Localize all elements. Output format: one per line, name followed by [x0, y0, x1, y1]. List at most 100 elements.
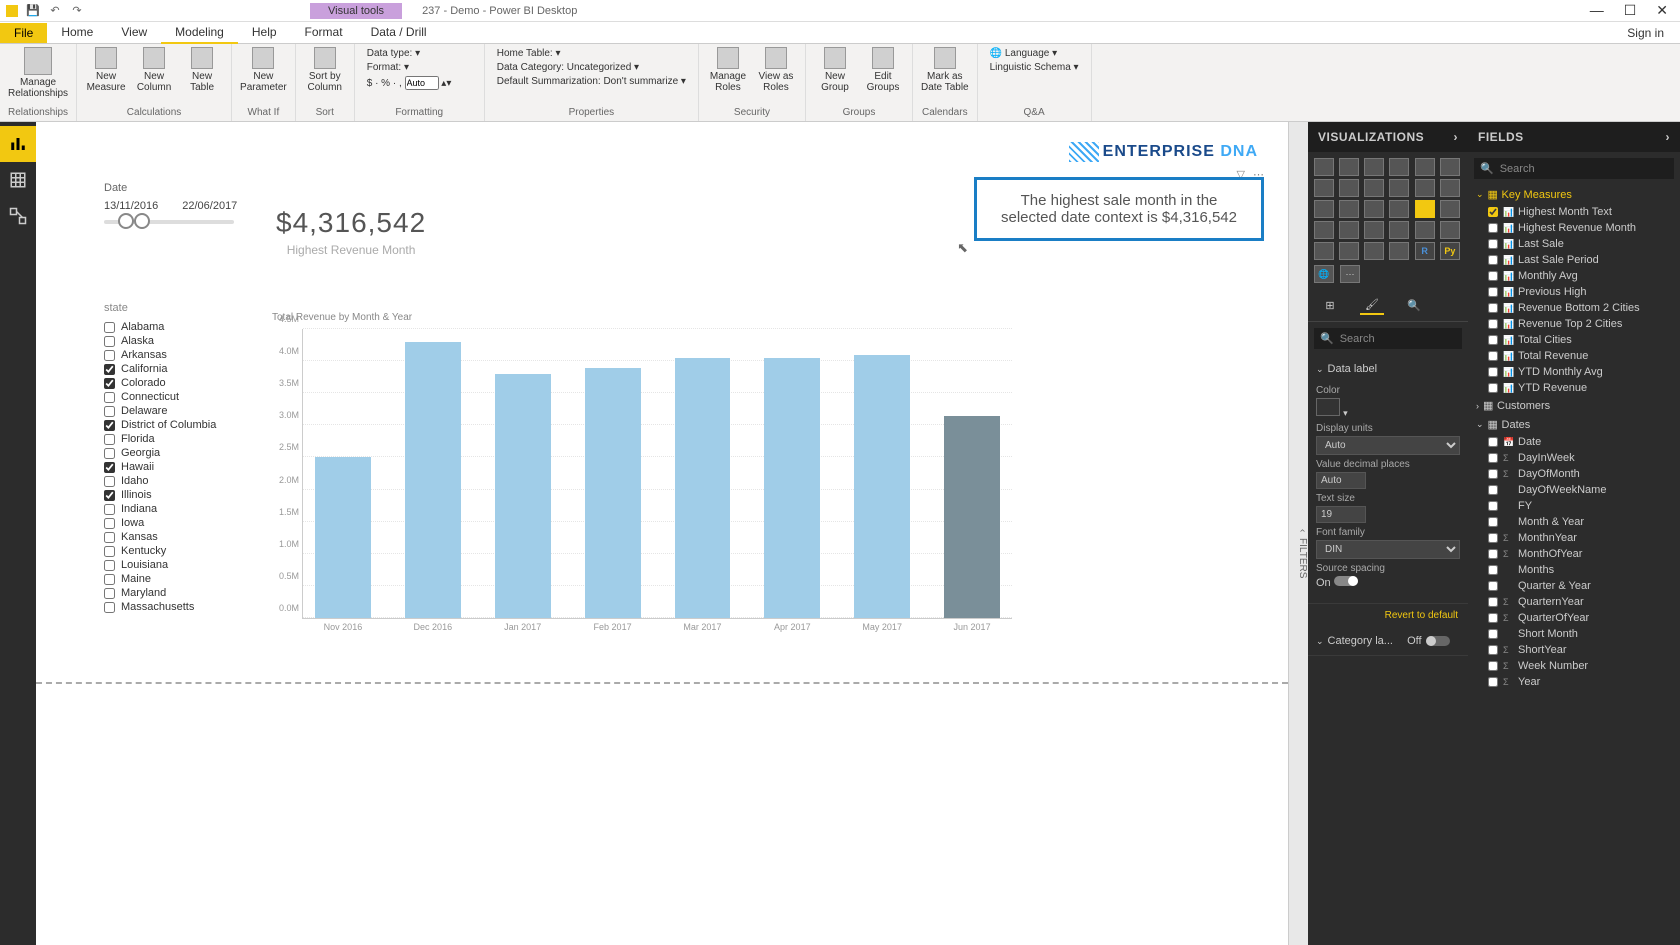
chart-bar[interactable]: Apr 2017 — [764, 358, 820, 618]
tab-file[interactable]: File — [0, 23, 47, 43]
field-item[interactable]: Month & Year — [1468, 514, 1680, 530]
state-item[interactable]: Alabama — [104, 320, 254, 334]
state-checkbox[interactable] — [104, 364, 115, 375]
field-item[interactable]: ΣMonthnYear — [1468, 530, 1680, 546]
field-checkbox[interactable] — [1488, 469, 1498, 479]
close-icon[interactable]: ✕ — [1656, 2, 1668, 19]
viz-type-icon[interactable] — [1415, 200, 1435, 218]
category-label-section-header[interactable]: ⌄ Category la... Off — [1316, 631, 1460, 651]
viz-type-icon[interactable] — [1440, 179, 1460, 197]
fields-search[interactable]: 🔍 Search — [1474, 158, 1674, 179]
state-item[interactable]: Indiana — [104, 502, 254, 516]
field-table-header[interactable]: › ▦ Customers — [1468, 396, 1680, 415]
filters-pane-collapsed[interactable]: ‹FILTERS — [1288, 122, 1308, 945]
chevron-right-icon[interactable]: › — [1454, 130, 1459, 144]
viz-pane-header[interactable]: VISUALIZATIONS› — [1308, 122, 1468, 152]
field-item[interactable]: ΣQuarternYear — [1468, 594, 1680, 610]
viz-type-icon[interactable] — [1415, 179, 1435, 197]
field-checkbox[interactable] — [1488, 629, 1498, 639]
viz-type-icon[interactable] — [1364, 158, 1384, 176]
chevron-right-icon[interactable]: › — [1666, 130, 1671, 144]
chart-bar[interactable]: Jan 2017 — [495, 374, 551, 618]
maximize-icon[interactable]: ☐ — [1624, 2, 1637, 19]
analytics-tab-icon[interactable]: 🔍 — [1402, 295, 1426, 315]
data-view-button[interactable] — [0, 162, 36, 198]
field-item[interactable]: Short Month — [1468, 626, 1680, 642]
viz-type-icon[interactable] — [1314, 179, 1334, 197]
field-item[interactable]: 📊Last Sale — [1468, 236, 1680, 252]
date-from[interactable]: 13/11/2016 — [104, 200, 158, 212]
viz-type-icon[interactable] — [1389, 242, 1409, 260]
data-label-section-header[interactable]: ⌄ Data label — [1316, 359, 1460, 379]
undo-icon[interactable]: ↶ — [48, 4, 62, 18]
format-search[interactable]: 🔍 Search — [1314, 328, 1462, 349]
field-checkbox[interactable] — [1488, 485, 1498, 495]
spacing-toggle[interactable] — [1334, 576, 1358, 586]
field-checkbox[interactable] — [1488, 677, 1498, 687]
viz-type-icon[interactable] — [1314, 242, 1334, 260]
state-checkbox[interactable] — [104, 434, 115, 445]
viz-type-icon[interactable]: Py — [1440, 242, 1460, 260]
field-item[interactable]: 📊Revenue Top 2 Cities — [1468, 316, 1680, 332]
redo-icon[interactable]: ↷ — [70, 4, 84, 18]
state-checkbox[interactable] — [104, 476, 115, 487]
state-item[interactable]: Louisiana — [104, 558, 254, 572]
field-item[interactable]: ΣDayOfMonth — [1468, 466, 1680, 482]
field-item[interactable]: 📊Highest Month Text — [1468, 204, 1680, 220]
field-checkbox[interactable] — [1488, 597, 1498, 607]
field-checkbox[interactable] — [1488, 383, 1498, 393]
field-item[interactable]: 📊Revenue Bottom 2 Cities — [1468, 300, 1680, 316]
viz-type-icon[interactable] — [1339, 200, 1359, 218]
text-size-input[interactable] — [1316, 506, 1366, 523]
manage-relationships-button[interactable]: Manage Relationships — [8, 47, 68, 99]
state-item[interactable]: Kansas — [104, 530, 254, 544]
state-checkbox[interactable] — [104, 462, 115, 473]
viz-type-icon[interactable] — [1389, 158, 1409, 176]
field-checkbox[interactable] — [1488, 501, 1498, 511]
home-table-dropdown[interactable]: Home Table: ▾ — [493, 47, 690, 60]
field-checkbox[interactable] — [1488, 287, 1498, 297]
viz-type-icon[interactable] — [1339, 179, 1359, 197]
state-checkbox[interactable] — [104, 574, 115, 585]
field-checkbox[interactable] — [1488, 437, 1498, 447]
viz-type-icon[interactable] — [1364, 221, 1384, 239]
viz-type-icon[interactable] — [1314, 158, 1334, 176]
field-item[interactable]: 📊YTD Monthly Avg — [1468, 364, 1680, 380]
state-item[interactable]: Alaska — [104, 334, 254, 348]
field-item[interactable]: FY — [1468, 498, 1680, 514]
chart-bar[interactable]: Dec 2016 — [405, 342, 461, 618]
viz-type-icon[interactable] — [1364, 200, 1384, 218]
viz-type-icon[interactable]: 🌐 — [1314, 265, 1334, 283]
new-table-button[interactable]: New Table — [181, 47, 223, 93]
mark-date-table-button[interactable]: Mark as Date Table — [921, 47, 969, 93]
viz-type-icon[interactable] — [1314, 221, 1334, 239]
new-group-button[interactable]: New Group — [814, 47, 856, 93]
state-checkbox[interactable] — [104, 490, 115, 501]
field-checkbox[interactable] — [1488, 661, 1498, 671]
chart-bar[interactable]: May 2017 — [854, 355, 910, 618]
color-swatch[interactable] — [1316, 398, 1340, 416]
decimal-input[interactable] — [1316, 472, 1366, 489]
viz-type-icon[interactable] — [1440, 158, 1460, 176]
format-dropdown[interactable]: Format: ▾ — [363, 61, 476, 74]
field-item[interactable]: ΣShortYear — [1468, 642, 1680, 658]
chart-bar[interactable]: Feb 2017 — [585, 368, 641, 618]
date-slider[interactable] — [104, 220, 234, 224]
tab-view[interactable]: View — [107, 22, 161, 44]
viz-type-icon[interactable] — [1339, 158, 1359, 176]
state-item[interactable]: Connecticut — [104, 390, 254, 404]
category-toggle[interactable] — [1426, 636, 1450, 646]
fields-pane-header[interactable]: FIELDS› — [1468, 122, 1680, 152]
tab-modeling[interactable]: Modeling — [161, 22, 238, 44]
viz-type-icon[interactable] — [1364, 179, 1384, 197]
state-slicer[interactable]: state AlabamaAlaskaArkansasCaliforniaCol… — [104, 302, 254, 614]
viz-type-icon[interactable] — [1389, 179, 1409, 197]
tab-datadrill[interactable]: Data / Drill — [357, 22, 441, 44]
field-item[interactable]: ΣYear — [1468, 674, 1680, 690]
field-item[interactable]: ΣDayInWeek — [1468, 450, 1680, 466]
chart-bar[interactable]: Jun 2017 — [944, 416, 1000, 618]
edit-groups-button[interactable]: Edit Groups — [862, 47, 904, 93]
field-checkbox[interactable] — [1488, 581, 1498, 591]
tab-help[interactable]: Help — [238, 22, 291, 44]
report-canvas[interactable]: Date 13/11/2016 22/06/2017 $4,316,542 Hi… — [36, 122, 1288, 945]
